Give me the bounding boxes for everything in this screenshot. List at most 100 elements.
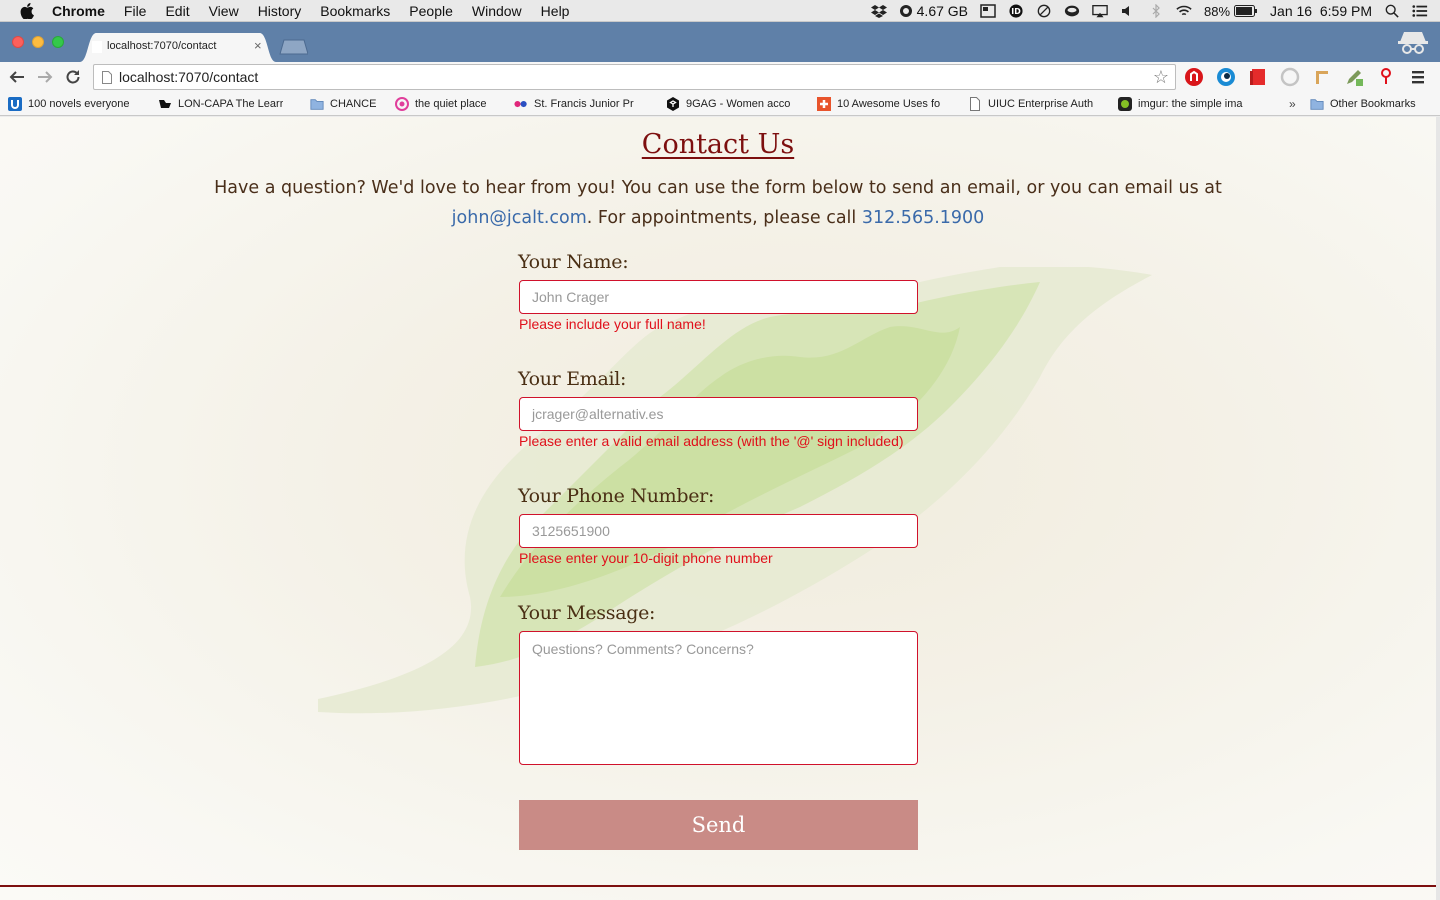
name-label: Your Name:: [518, 251, 629, 273]
tab-title: localhost:7070/contact: [107, 40, 217, 52]
bookmarks-bar: 100 novels everyone LON-CAPA The Learr C…: [0, 92, 1440, 116]
pin-extension-icon[interactable]: [1376, 67, 1396, 87]
menu-view[interactable]: View: [209, 3, 239, 19]
plus-icon: [817, 97, 831, 111]
bookmark-item[interactable]: LON-CAPA The Learr: [158, 97, 294, 111]
circle-logo-icon: [395, 97, 409, 111]
window-minimize-button[interactable]: [32, 36, 44, 48]
new-tab-button[interactable]: [278, 39, 308, 55]
intro-paragraph: Have a question? We'd love to hear from …: [200, 173, 1236, 233]
bookmark-item[interactable]: St. Francis Junior Pr: [514, 97, 650, 111]
bookmark-label: Other Bookmarks: [1330, 98, 1416, 110]
menu-history[interactable]: History: [258, 3, 302, 19]
page-info-icon[interactable]: [102, 71, 112, 84]
footer-divider: [0, 885, 1436, 887]
bookmark-label: 10 Awesome Uses fo: [837, 98, 941, 110]
bookmarks-overflow-chevron-icon[interactable]: »: [1289, 97, 1296, 111]
9gag-icon: [667, 97, 679, 111]
phone-link[interactable]: 312.565.1900: [862, 208, 984, 228]
email-error: Please enter a valid email address (with…: [519, 433, 904, 449]
window-manager-icon[interactable]: [980, 4, 996, 18]
bookmark-label: CHANCE: [330, 98, 377, 110]
back-arrow-icon[interactable]: [8, 68, 26, 86]
bookmark-star-icon[interactable]: ☆: [1153, 67, 1169, 88]
cloud-app-icon[interactable]: [1064, 4, 1080, 18]
apple-icon[interactable]: [20, 2, 34, 19]
id-icon[interactable]: ID: [1008, 4, 1024, 18]
tab-favicon: [92, 41, 102, 53]
circle-extension-icon[interactable]: [1216, 67, 1236, 87]
dropbox-icon[interactable]: [870, 4, 887, 18]
gauge-icon: [899, 5, 912, 17]
imgur-icon: [1118, 97, 1132, 111]
bookmark-label: LON-CAPA The Learr: [178, 98, 284, 110]
u-icon: [8, 97, 22, 111]
bookmark-item[interactable]: 10 Awesome Uses fo: [817, 97, 953, 111]
chrome-menu-icon[interactable]: [1408, 67, 1428, 87]
menu-help[interactable]: Help: [541, 3, 570, 19]
wifi-icon[interactable]: [1176, 4, 1192, 18]
page-icon: [970, 97, 980, 111]
intro-text: Have a question? We'd love to hear from …: [214, 178, 1222, 198]
memory-widget[interactable]: 4.67 GB: [899, 3, 968, 19]
bookmark-item[interactable]: 9GAG - Women acco: [666, 97, 802, 111]
address-bar[interactable]: localhost:7070/contact ☆: [93, 64, 1176, 90]
bookmark-label: imgur: the simple ima: [1138, 98, 1243, 110]
phone-error: Please enter your 10-digit phone number: [519, 550, 773, 566]
page-title: Contact Us: [641, 129, 795, 160]
tools-extension-icon[interactable]: [1312, 67, 1332, 87]
menu-app-name[interactable]: Chrome: [52, 3, 105, 19]
menu-bookmarks[interactable]: Bookmarks: [320, 3, 390, 19]
page-scrollbar[interactable]: [1436, 117, 1440, 900]
bookmark-item[interactable]: the quiet place: [395, 97, 505, 111]
email-link[interactable]: john@jcalt.com: [452, 208, 587, 228]
profile-avatar-icon[interactable]: [1396, 28, 1430, 58]
battery-widget[interactable]: 88%: [1204, 4, 1258, 19]
window-maximize-button[interactable]: [52, 36, 64, 48]
send-button[interactable]: Send: [519, 800, 918, 850]
red-bookmark-extension-icon[interactable]: [1248, 67, 1268, 87]
memory-readout: 4.67 GB: [916, 3, 969, 19]
other-bookmarks-folder[interactable]: Other Bookmarks: [1310, 97, 1430, 111]
name-error: Please include your full name!: [519, 316, 706, 332]
menu-window[interactable]: Window: [472, 3, 522, 19]
email-input[interactable]: jcrager@alternativ.es: [519, 397, 918, 431]
reload-icon[interactable]: [64, 68, 82, 86]
tab-close-icon[interactable]: ×: [254, 38, 262, 53]
notification-center-icon[interactable]: [1412, 4, 1428, 18]
url-text: localhost:7070/contact: [119, 69, 259, 85]
blocked-icon[interactable]: [1036, 4, 1052, 18]
bookmark-item[interactable]: imgur: the simple ima: [1118, 97, 1254, 111]
folder-icon: [1310, 99, 1324, 110]
bluetooth-icon[interactable]: [1148, 4, 1164, 18]
name-input[interactable]: John Crager: [519, 280, 918, 314]
macos-menu-bar: Chrome File Edit View History Bookmarks …: [0, 0, 1440, 22]
airplay-icon[interactable]: [1092, 4, 1108, 18]
grey-circle-extension-icon[interactable]: [1280, 67, 1300, 87]
bookmark-label: 100 novels everyone: [28, 98, 130, 110]
dots-icon: [514, 100, 527, 108]
window-close-button[interactable]: [12, 36, 24, 48]
pen-extension-icon[interactable]: [1344, 67, 1364, 87]
bookmark-label: UIUC Enterprise Auth: [988, 98, 1094, 110]
forward-arrow-icon[interactable]: [36, 68, 54, 86]
phone-label: Your Phone Number:: [518, 485, 715, 507]
menu-people[interactable]: People: [409, 3, 453, 19]
spotlight-search-icon[interactable]: [1384, 4, 1400, 18]
bookmark-folder[interactable]: CHANCE: [310, 97, 386, 111]
bookmark-item[interactable]: 100 novels everyone: [8, 97, 144, 111]
volume-icon[interactable]: [1120, 4, 1136, 18]
phone-input[interactable]: 3125651900: [519, 514, 918, 548]
menu-edit[interactable]: Edit: [165, 3, 189, 19]
clock[interactable]: Jan 16 6:59 PM: [1270, 3, 1372, 19]
intro-mid-text: . For appointments, please call: [586, 208, 862, 228]
message-label: Your Message:: [518, 602, 656, 624]
contact-page: Contact Us Have a question? We'd love to…: [0, 117, 1436, 900]
adblock-extension-icon[interactable]: [1184, 67, 1204, 87]
menu-file[interactable]: File: [124, 3, 147, 19]
bookmark-label: the quiet place: [415, 98, 487, 110]
message-textarea[interactable]: Questions? Comments? Concerns?: [519, 631, 918, 765]
status-area: 4.67 GB ID 88% Jan 16 6:59 PM: [870, 0, 1440, 22]
bookmark-item[interactable]: UIUC Enterprise Auth: [968, 97, 1102, 111]
svg-text:ID: ID: [1011, 7, 1021, 16]
